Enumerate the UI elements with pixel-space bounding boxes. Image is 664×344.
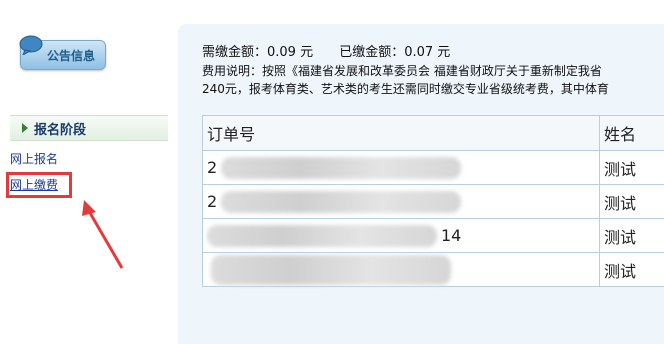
- highlight-box: [6, 172, 72, 198]
- table-row[interactable]: 测试: [203, 253, 664, 287]
- orders-table: 订单号 姓名 2 测试 2 测试 14 测试 测试: [202, 115, 664, 287]
- red-arrow-icon: [76, 198, 136, 278]
- table-row[interactable]: 2 测试: [203, 185, 664, 219]
- order-number-visible: 2: [207, 158, 217, 177]
- table-row[interactable]: 14 测试: [203, 219, 664, 253]
- blurred-order-number: [207, 225, 437, 247]
- name-cell: 测试: [600, 253, 664, 287]
- fee-description-line1: 费用说明：按照《福建省发展和改革委员会 福建省财政厅关于重新制定我省: [202, 62, 664, 80]
- order-number-visible: 2: [207, 192, 217, 211]
- order-number-cell: 14: [203, 219, 600, 253]
- order-number-visible: 14: [441, 226, 461, 245]
- blurred-order-number: [221, 157, 461, 179]
- name-cell: 测试: [600, 219, 664, 253]
- header-order-number: 订单号: [203, 116, 600, 151]
- fee-description-line2: 240元，报考体育类、艺术类的考生还需同时缴交专业省级统考费，其中体育: [202, 80, 664, 98]
- order-number-cell: 2: [203, 151, 600, 185]
- stage-header: 报名阶段: [10, 115, 168, 141]
- blurred-order-number: [221, 191, 461, 213]
- notice-info-label: 公告信息: [47, 47, 95, 64]
- order-number-cell: [203, 253, 600, 287]
- blurred-order-number: [211, 255, 451, 285]
- triangle-icon: [22, 123, 28, 133]
- amount-paid: 已缴金额：0.07 元: [339, 45, 450, 60]
- fee-info: 需缴金额：0.09 元 已缴金额：0.07 元 费用说明：按照《福建省发展和改革…: [202, 44, 664, 98]
- header-name: 姓名: [600, 116, 664, 151]
- notice-info-button[interactable]: 公告信息: [20, 40, 106, 70]
- amount-due: 需缴金额：0.09 元: [202, 45, 313, 60]
- table-row[interactable]: 2 测试: [203, 151, 664, 185]
- order-number-cell: 2: [203, 185, 600, 219]
- name-cell: 测试: [600, 185, 664, 219]
- nav-online-signup-link[interactable]: 网上报名: [10, 150, 58, 167]
- name-cell: 测试: [600, 151, 664, 185]
- speech-bubble-icon: [19, 35, 45, 55]
- stage-title: 报名阶段: [34, 119, 86, 138]
- table-header-row: 订单号 姓名: [203, 116, 664, 151]
